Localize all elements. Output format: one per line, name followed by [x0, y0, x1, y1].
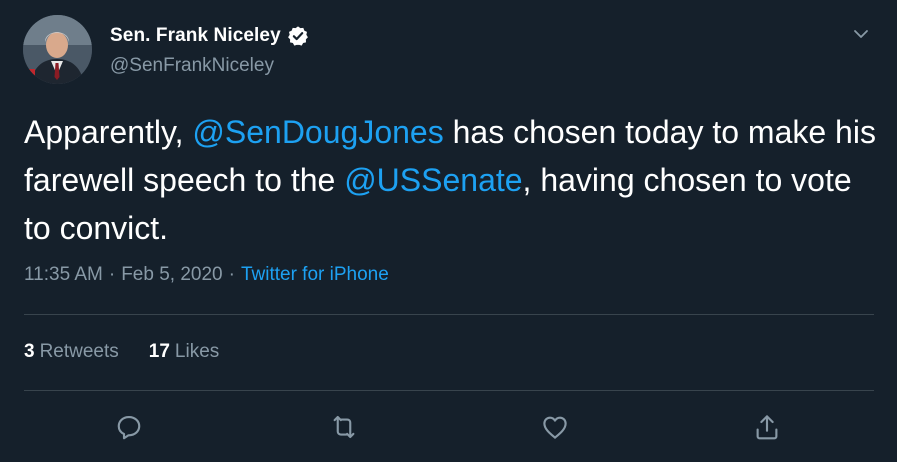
author-display-name[interactable]: Sen. Frank Niceley — [110, 25, 281, 47]
retweets-stat[interactable]: 3 Retweets — [24, 341, 119, 363]
share-button[interactable] — [752, 412, 782, 442]
tweet-stats: 3 Retweets 17 Likes — [24, 341, 249, 363]
tweet-meta: 11:35 AM · Feb 5, 2020 · Twitter for iPhone — [24, 264, 389, 286]
author-name-row[interactable]: Sen. Frank Niceley — [110, 25, 309, 47]
mention-link-sendougjones[interactable]: @SenDougJones — [192, 114, 443, 150]
author-handle[interactable]: @SenFrankNiceley — [110, 55, 274, 77]
like-icon — [543, 416, 567, 439]
divider — [24, 314, 874, 315]
verified-badge-icon — [287, 25, 309, 47]
tweet-text: Apparently, @SenDougJones has chosen tod… — [24, 108, 884, 252]
meta-separator: · — [108, 264, 116, 285]
retweets-label: Retweets — [39, 341, 119, 362]
share-icon — [756, 415, 778, 440]
retweets-count: 3 — [24, 341, 35, 362]
meta-separator: · — [228, 264, 235, 285]
avatar[interactable] — [23, 15, 92, 84]
retweet-icon — [333, 415, 355, 439]
tweet-time[interactable]: 11:35 AM — [24, 264, 103, 285]
tweet-date[interactable]: Feb 5, 2020 — [121, 264, 222, 285]
likes-stat[interactable]: 17 Likes — [149, 341, 220, 363]
reply-icon — [117, 415, 141, 440]
reply-button[interactable] — [114, 412, 144, 442]
tweet-text-segment: Apparently, — [24, 114, 193, 150]
divider — [24, 390, 874, 391]
retweet-button[interactable] — [329, 412, 359, 442]
likes-label: Likes — [174, 341, 220, 362]
likes-count: 17 — [148, 341, 170, 362]
chevron-down-icon[interactable] — [851, 24, 871, 44]
like-button[interactable] — [540, 412, 570, 442]
tweet-card: Sen. Frank Niceley @SenFrankNiceley Appa… — [0, 0, 897, 462]
mention-link-ussenate[interactable]: @USSenate — [344, 162, 522, 198]
tweet-source-link[interactable]: Twitter for iPhone — [241, 264, 389, 285]
profile-photo — [23, 15, 92, 84]
